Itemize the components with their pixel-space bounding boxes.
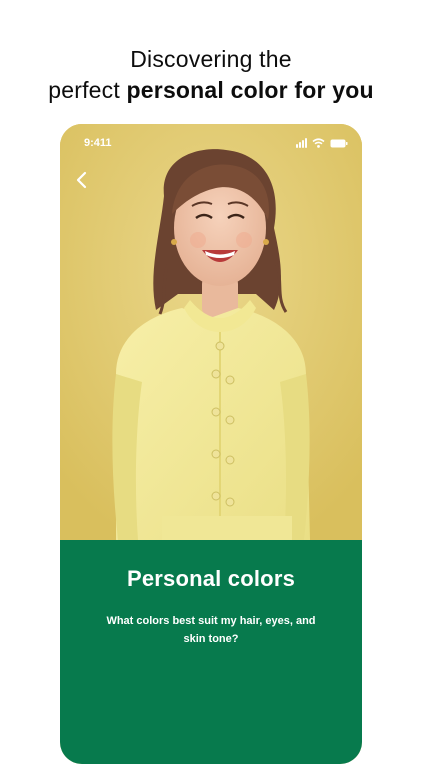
panel-subtitle: What colors best suit my hair, eyes, and… xyxy=(106,615,316,645)
panel-title: Personal colors xyxy=(126,566,296,591)
status-time: 9:411 xyxy=(84,137,112,149)
battery-icon xyxy=(330,139,348,148)
headline-line-2: perfect personal color for you xyxy=(0,75,422,106)
status-icons xyxy=(296,138,348,148)
wifi-icon xyxy=(312,138,325,148)
phone-mockup: 9:411 Personal colors What colors best s… xyxy=(60,124,362,764)
chevron-left-icon xyxy=(76,171,87,189)
headline: Discovering the perfect personal color f… xyxy=(0,44,422,106)
headline-bold-text: personal color for you xyxy=(126,77,374,103)
headline-regular-text: perfect xyxy=(48,77,127,103)
hero-photo: 9:411 xyxy=(60,124,362,540)
woman-illustration xyxy=(60,124,362,540)
back-button[interactable] xyxy=(72,168,92,192)
headline-line-1: Discovering the xyxy=(130,46,292,72)
signal-icon xyxy=(296,138,307,148)
info-panel: Personal colors What colors best suit my… xyxy=(60,540,362,764)
status-bar: 9:411 xyxy=(60,136,362,152)
